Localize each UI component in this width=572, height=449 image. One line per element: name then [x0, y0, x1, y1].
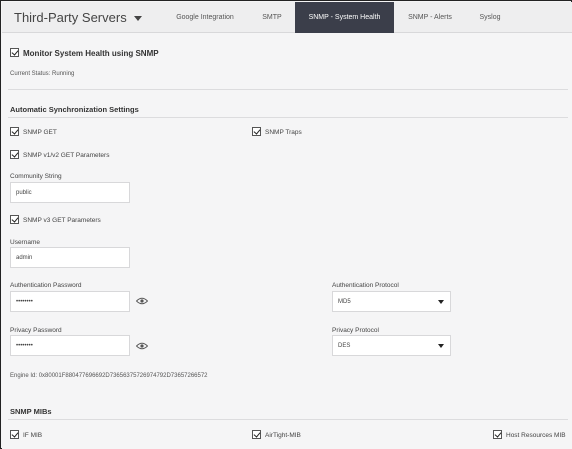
eye-icon[interactable] [136, 342, 148, 350]
authentication-protocol-value: MD5 [338, 298, 351, 305]
monitor-system-health-checkbox[interactable] [10, 48, 19, 57]
snmp-v3-label: SNMP v3 GET Parameters [23, 217, 101, 224]
app-title: Third-Party Servers [14, 10, 127, 25]
authentication-protocol-select[interactable]: MD5 [332, 291, 451, 312]
auto-sync-section-title: Automatic Synchronization Settings [10, 105, 139, 114]
eye-icon[interactable] [136, 297, 148, 305]
authentication-protocol-label: Authentication Protocol [332, 282, 399, 289]
airtight-mib-label: AirTight-MIB [265, 432, 301, 439]
community-string-label: Community String [10, 173, 62, 180]
monitor-system-health-label: Monitor System Health using SNMP [23, 49, 159, 58]
snmp-v1v2-checkbox[interactable] [10, 150, 19, 159]
snmp-mibs-section-title: SNMP MIBs [10, 407, 52, 416]
divider [8, 419, 568, 420]
snmp-get-checkbox[interactable] [10, 127, 19, 136]
chevron-down-icon [438, 344, 444, 348]
snmp-traps-checkbox[interactable] [252, 127, 261, 136]
tab-smtp[interactable]: SMTP [252, 2, 292, 33]
privacy-protocol-label: Privacy Protocol [332, 327, 379, 334]
engine-id-text: Engine Id: 0x80001F880477696692D73656375… [10, 373, 208, 379]
snmp-traps-label: SNMP Traps [265, 129, 302, 136]
host-resources-mib-checkbox[interactable] [493, 430, 502, 439]
if-mib-label: IF MIB [23, 432, 43, 439]
privacy-password-label: Privacy Password [10, 327, 62, 334]
privacy-password-input[interactable]: •••••••• [10, 335, 130, 356]
tab-syslog[interactable]: Syslog [470, 2, 510, 33]
top-navigation-bar: Third-Party Servers Google Integration S… [2, 2, 572, 33]
snmp-v3-checkbox[interactable] [10, 215, 19, 224]
authentication-password-label: Authentication Password [10, 282, 82, 289]
chevron-down-icon [133, 15, 142, 21]
airtight-mib-checkbox[interactable] [252, 430, 261, 439]
divider [8, 117, 568, 118]
tab-snmp-alerts[interactable]: SNMP - Alerts [400, 2, 460, 33]
chevron-down-icon [438, 300, 444, 304]
tab-google-integration[interactable]: Google Integration [170, 2, 240, 33]
authentication-password-input[interactable]: •••••••• [10, 291, 130, 312]
tab-snmp-system-health[interactable]: SNMP - System Health [295, 2, 394, 33]
host-resources-mib-label: Host Resources MIB [506, 432, 566, 439]
main-content: Monitor System Health using SNMP Current… [2, 33, 572, 449]
window-frame: Third-Party Servers Google Integration S… [0, 0, 572, 449]
privacy-protocol-select[interactable]: DES [332, 335, 451, 356]
username-input[interactable]: admin [10, 247, 130, 268]
current-status-text: Current Status: Running [10, 71, 75, 77]
privacy-protocol-value: DES [338, 342, 351, 349]
snmp-get-label: SNMP GET [23, 129, 57, 136]
app-title-dropdown[interactable]: Third-Party Servers [14, 10, 142, 25]
snmp-v1v2-label: SNMP v1/v2 GET Parameters [23, 152, 110, 159]
community-string-input[interactable]: public [10, 182, 130, 203]
divider [8, 89, 568, 90]
if-mib-checkbox[interactable] [10, 430, 19, 439]
username-label: Username [10, 239, 40, 246]
